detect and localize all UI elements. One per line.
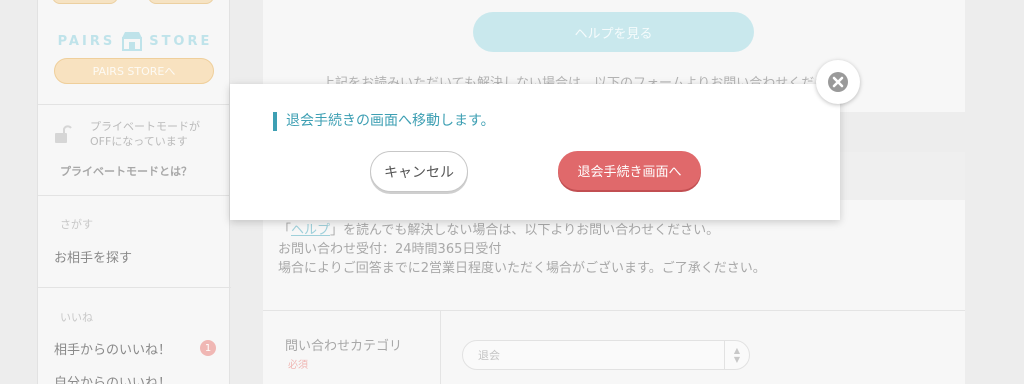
section-heading-search: さがす: [60, 218, 93, 231]
sidebar-divider: [38, 104, 231, 105]
cancel-button[interactable]: キャンセル: [370, 151, 468, 192]
help-link[interactable]: ヘルプ: [291, 223, 330, 238]
sidebar-top-button-left[interactable]: [52, 0, 118, 4]
store-logo-text-right: STORE: [149, 33, 213, 49]
sidebar-top-button-right[interactable]: [148, 0, 214, 4]
select-arrows-icon: ▲ ▼: [724, 341, 749, 369]
sidebar-divider: [38, 287, 231, 288]
close-icon: [828, 72, 848, 92]
private-mode-status: プライベートモードがOFFになっています: [90, 120, 200, 148]
help-note: 「ヘルプ」を読んでも解決しない場合は、以下よりお問い合わせください。 お問い合わ…: [278, 221, 766, 278]
store-logo-text-left: PAIRS: [57, 33, 116, 49]
store-icon: [122, 32, 143, 51]
sidebar: PAIRS STORE PAIRS STOREへ プライベートモードがOFFにな…: [37, 0, 231, 384]
view-help-button[interactable]: ヘルプを見る: [473, 12, 754, 52]
close-dialog-button[interactable]: [816, 60, 860, 104]
pairs-store-logo: PAIRS STORE: [54, 30, 216, 52]
help-note-hours: お問い合わせ受付：24時間365日受付: [278, 242, 502, 257]
withdrawal-confirm-dialog: [230, 84, 840, 220]
private-mode-link[interactable]: プライベートモードとは？: [60, 163, 192, 179]
proceed-withdrawal-button[interactable]: 退会手続き画面へ: [558, 151, 701, 190]
dialog-title: 退会手続きの画面へ移動します。: [273, 112, 495, 131]
help-note-suffix: 」を読んでも解決しない場合は、以下よりお問い合わせください。: [330, 223, 720, 238]
category-select[interactable]: 退会: [462, 340, 750, 370]
help-note-prefix: 「: [278, 223, 292, 238]
likes-count-badge: 1: [200, 340, 216, 356]
sidebar-item-likes-received[interactable]: 相手からのいいね！: [54, 339, 171, 358]
category-label: 問い合わせカテゴリ: [285, 339, 403, 354]
sidebar-item-likes-sent[interactable]: 自分からのいいね！: [54, 372, 171, 384]
required-marker: 必須: [288, 360, 308, 371]
sidebar-divider: [38, 195, 231, 196]
help-note-response-time: 場合によりご回答までに2営業日程度いただく場合がございます。ご了承ください。: [278, 261, 766, 276]
pairs-store-button[interactable]: PAIRS STOREへ: [54, 58, 214, 84]
unlock-icon: [55, 125, 72, 143]
sidebar-item-find-partner[interactable]: お相手を探す: [54, 247, 132, 266]
section-heading-likes: いいね: [60, 311, 93, 324]
form-column-divider: [440, 310, 441, 384]
form-row-divider: [263, 310, 965, 311]
